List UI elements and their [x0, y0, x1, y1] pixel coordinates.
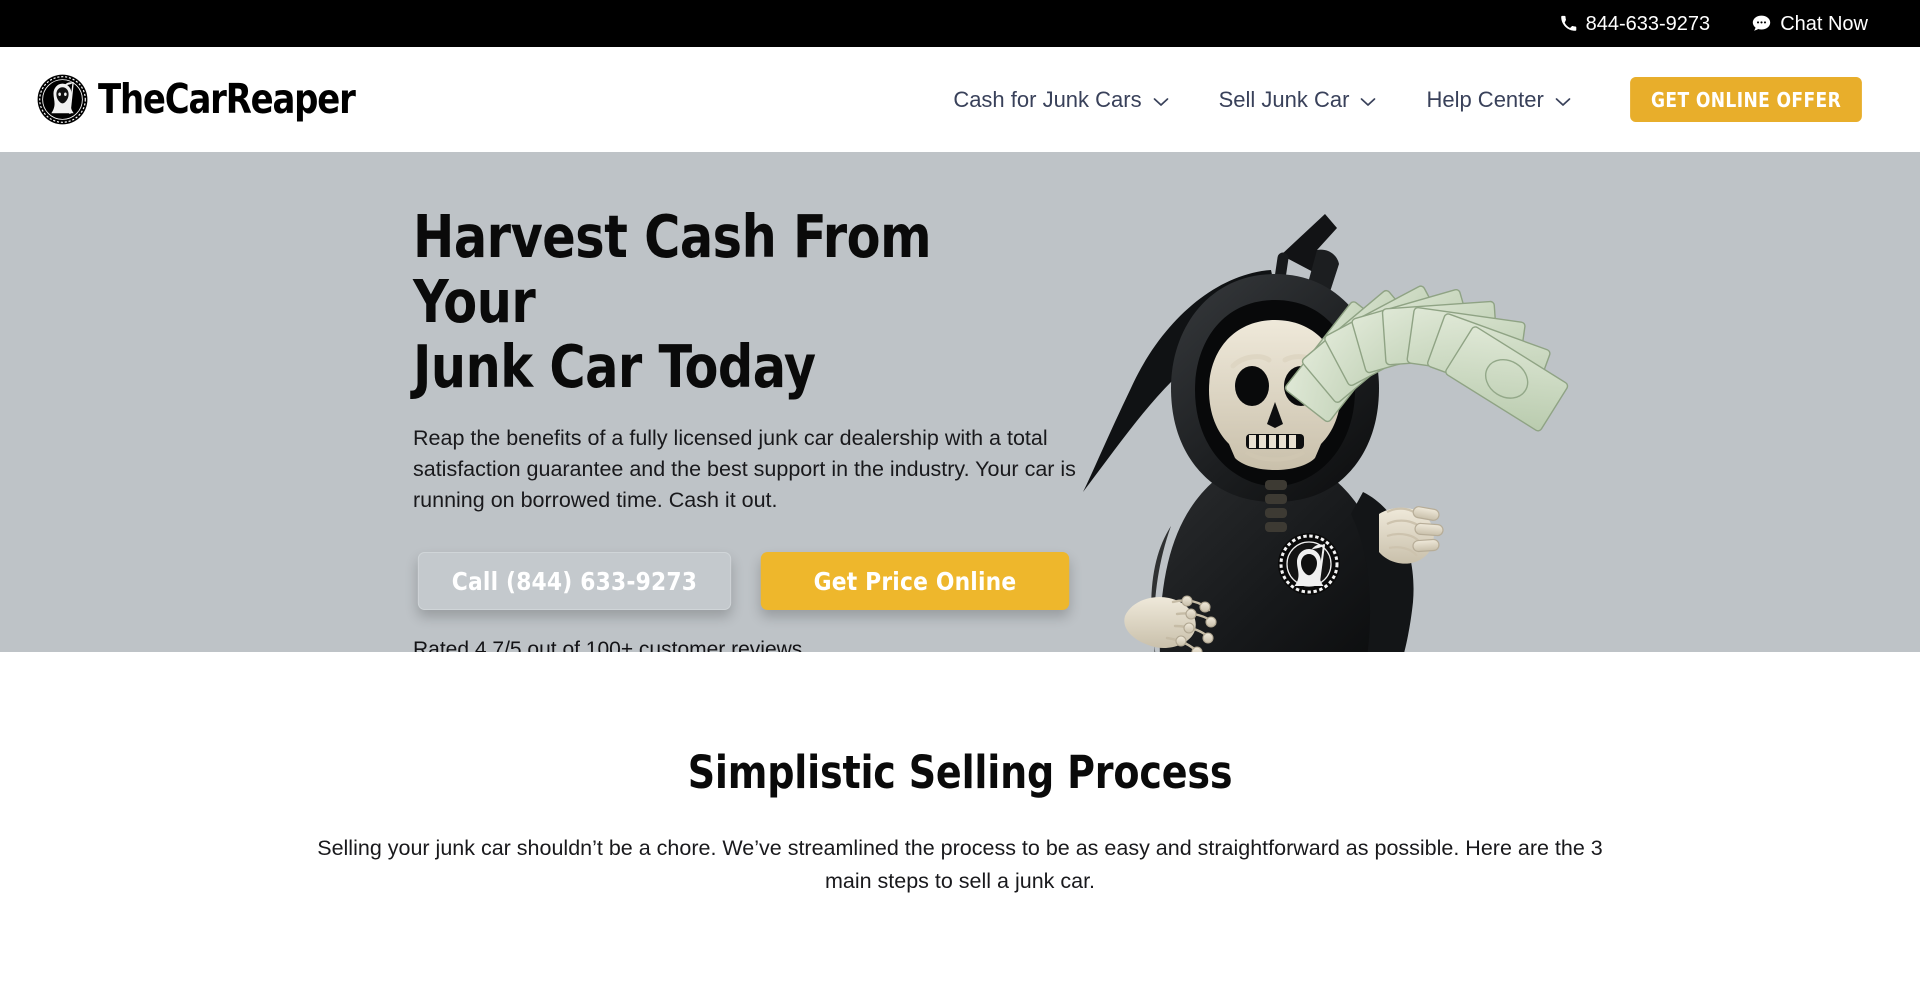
selling-process-section: Simplistic Selling Process Selling your …: [0, 652, 1920, 898]
top-utility-bar: 844-633-9273 Chat Now: [0, 0, 1920, 47]
process-description: Selling your junk car shouldn’t be a cho…: [317, 836, 1603, 893]
nav-label: Help Center: [1426, 86, 1544, 112]
get-online-offer-button[interactable]: GET ONLINE OFFER: [1629, 77, 1862, 122]
hero-section: Harvest Cash From Your Junk Car Today Re…: [0, 152, 1920, 652]
hero-heading: Harvest Cash From Your Junk Car Today: [413, 202, 932, 401]
chevron-down-icon: [1555, 87, 1571, 113]
chevron-down-icon: [1360, 87, 1376, 113]
chat-now-link[interactable]: Chat Now: [1752, 14, 1868, 34]
hero-copy: Harvest Cash From Your Junk Car Today Re…: [413, 152, 1113, 652]
page-root: 844-633-9273 Chat Now TheCarReaper Cash …: [0, 0, 1920, 993]
chat-now-label: Chat Now: [1780, 12, 1868, 35]
nav-label: Cash for Junk Cars: [953, 86, 1142, 112]
reaper-emblem-icon: [36, 73, 89, 126]
get-price-online-button[interactable]: Get Price Online: [760, 552, 1070, 611]
nav-item-cash-for-junk-cars[interactable]: Cash for Junk Cars: [928, 87, 1193, 113]
primary-navigation: Cash for Junk Cars Sell Junk Car Help Ce…: [928, 77, 1868, 122]
site-header: TheCarReaper Cash for Junk Cars Sell Jun…: [0, 47, 1920, 152]
nav-item-help-center[interactable]: Help Center: [1401, 87, 1595, 113]
hero-subheading: Reap the benefits of a fully licensed ju…: [413, 425, 1076, 513]
process-heading: Simplistic Selling Process: [687, 746, 1233, 799]
nav-label: Sell Junk Car: [1218, 86, 1350, 112]
logo-wordmark: TheCarReaper: [98, 75, 356, 123]
phone-icon: [1560, 15, 1577, 32]
phone-number: 844-633-9273: [1585, 12, 1711, 35]
chevron-down-icon: [1153, 87, 1169, 113]
site-logo[interactable]: TheCarReaper: [36, 73, 377, 126]
call-phone-button[interactable]: Call (844) 633-9273: [417, 552, 732, 611]
hero-cta-group: Call (844) 633-9273 Get Price Online: [413, 552, 1113, 611]
chat-bubble-icon: [1752, 14, 1771, 33]
phone-link[interactable]: 844-633-9273: [1560, 12, 1711, 35]
customer-rating-text: Rated 4.7/5 out of 100+ customer reviews: [413, 638, 803, 652]
nav-item-sell-junk-car[interactable]: Sell Junk Car: [1194, 87, 1402, 113]
